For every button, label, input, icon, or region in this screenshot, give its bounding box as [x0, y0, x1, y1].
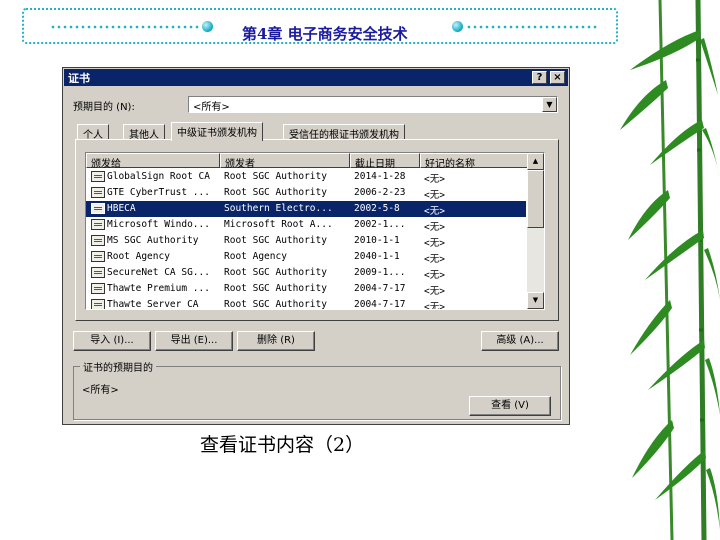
view-button[interactable]: 查看 (V) — [469, 396, 551, 416]
friendly-name-cell: <无> — [424, 286, 445, 297]
tab-personal[interactable]: 个人 — [77, 124, 109, 141]
issued-by-cell: Root SGC Authority — [224, 299, 327, 310]
table-row[interactable]: GlobalSign Root CA Root SGC Authority 2014… — [86, 169, 526, 185]
table-row[interactable]: GTE CyberTrust ... Root SGC Authority 2006… — [86, 185, 526, 201]
advanced-button[interactable]: 高级 (A)... — [481, 331, 559, 351]
table-row[interactable]: Thawte Premium ... Root SGC Authority 2004… — [86, 281, 526, 297]
scroll-down-icon[interactable]: ▼ — [527, 292, 544, 309]
certificate-icon — [91, 203, 105, 214]
table-row[interactable]: Thawte Server CA Root SGC Authority 2004-7… — [86, 297, 526, 310]
dotted-line-right — [466, 24, 598, 30]
bamboo-decoration — [620, 0, 720, 540]
issued-to-cell: HBECA — [107, 203, 136, 214]
column-header-expiration[interactable]: 截止日期 — [350, 153, 420, 170]
chevron-down-icon[interactable]: ▼ — [542, 97, 557, 112]
expiration-cell: 2009-1... — [354, 267, 406, 278]
expiration-cell: 2014-1-28 — [354, 171, 406, 182]
bullet-ball-left — [202, 21, 213, 32]
purpose-dropdown-value: <所有> — [193, 102, 230, 113]
scroll-up-icon[interactable]: ▲ — [527, 153, 544, 170]
friendly-name-cell: <无> — [424, 270, 445, 281]
dotted-line-left — [50, 24, 200, 30]
issued-to-cell: GTE CyberTrust ... — [107, 187, 210, 198]
export-button[interactable]: 导出 (E)... — [155, 331, 233, 351]
certificate-icon — [91, 171, 105, 182]
expiration-cell: 2006-2-23 — [354, 187, 406, 198]
issued-to-cell: Thawte Server CA — [107, 299, 199, 310]
slide-caption: 查看证书内容（2） — [200, 434, 365, 456]
expiration-cell: 2004-7-17 — [354, 299, 406, 310]
expiration-cell: 2010-1-1 — [354, 235, 400, 246]
friendly-name-cell: <无> — [424, 174, 445, 185]
tab-other-people[interactable]: 其他人 — [123, 124, 165, 141]
issued-by-cell: Root SGC Authority — [224, 235, 327, 246]
table-row[interactable]: Root Agency Root Agency 2040-1-1 <无> — [86, 249, 526, 265]
dialog-titlebar: 证书 ? × — [64, 69, 568, 86]
import-button[interactable]: 导入 (I)... — [73, 331, 151, 351]
certificate-icon — [91, 299, 105, 309]
expiration-cell: 2002-1... — [354, 219, 406, 230]
tab-intermediate-ca[interactable]: 中级证书颁发机构 — [171, 122, 263, 141]
friendly-name-cell: <无> — [424, 190, 445, 201]
issued-by-cell: Root SGC Authority — [224, 171, 327, 182]
friendly-name-cell: <无> — [424, 238, 445, 249]
purpose-label: 预期目的 (N): — [73, 102, 135, 113]
intended-purposes-label: 证书的预期目的 — [80, 359, 156, 374]
certificate-icon — [91, 187, 105, 198]
issued-by-cell: Root SGC Authority — [224, 187, 327, 198]
expiration-cell: 2040-1-1 — [354, 251, 400, 262]
dialog-title: 证书 — [68, 72, 90, 85]
issued-by-cell: Root SGC Authority — [224, 267, 327, 278]
issued-to-cell: Microsoft Windo... — [107, 219, 210, 230]
issued-by-cell: Southern Electro... — [224, 203, 333, 214]
issued-to-cell: MS SGC Authority — [107, 235, 199, 246]
table-row[interactable]: SecureNet CA SG... Root SGC Authority 2009… — [86, 265, 526, 281]
issued-to-cell: Root Agency — [107, 251, 170, 262]
bullet-ball-right — [452, 21, 463, 32]
certificate-icon — [91, 219, 105, 230]
table-row[interactable]: Microsoft Windo... Microsoft Root A... 200… — [86, 217, 526, 233]
expiration-cell: 2004-7-17 — [354, 283, 406, 294]
scroll-thumb[interactable] — [527, 170, 544, 228]
slide-header-banner: 第4章 电子商务安全技术 — [22, 8, 618, 44]
friendly-name-cell: <无> — [424, 254, 445, 265]
purpose-dropdown[interactable]: <所有> ▼ — [188, 96, 558, 113]
issued-by-cell: Root SGC Authority — [224, 283, 327, 294]
issued-by-cell: Microsoft Root A... — [224, 219, 333, 230]
slide-title: 第4章 电子商务安全技术 — [242, 25, 408, 43]
issued-to-cell: SecureNet CA SG... — [107, 267, 210, 278]
friendly-name-cell: <无> — [424, 222, 445, 233]
certificate-list[interactable]: 颁发给 颁发者 截止日期 好记的名称 GlobalSign Root CA Roo… — [85, 152, 545, 310]
intended-purposes-value: <所有> — [82, 385, 119, 396]
issued-to-cell: Thawte Premium ... — [107, 283, 210, 294]
column-header-issued-to[interactable]: 颁发给 — [86, 153, 220, 170]
certificate-icon — [91, 283, 105, 294]
help-button[interactable]: ? — [532, 71, 547, 84]
friendly-name-cell: <无> — [424, 302, 445, 310]
close-button[interactable]: × — [550, 71, 565, 84]
remove-button[interactable]: 删除 (R) — [237, 331, 315, 351]
certificate-icon — [91, 267, 105, 278]
column-header-issued-by[interactable]: 颁发者 — [220, 153, 350, 170]
certificate-icon — [91, 251, 105, 262]
table-row[interactable]: HBECA Southern Electro... 2002-5-8 <无> — [86, 201, 526, 217]
column-header-friendly-name[interactable]: 好记的名称 — [420, 153, 528, 170]
certificate-icon — [91, 235, 105, 246]
friendly-name-cell: <无> — [424, 206, 445, 217]
issued-by-cell: Root Agency — [224, 251, 287, 262]
issued-to-cell: GlobalSign Root CA — [107, 171, 210, 182]
table-row[interactable]: MS SGC Authority Root SGC Authority 2010-1… — [86, 233, 526, 249]
tab-trusted-root-ca[interactable]: 受信任的根证书颁发机构 — [283, 124, 405, 141]
expiration-cell: 2002-5-8 — [354, 203, 400, 214]
vertical-scrollbar[interactable]: ▲ ▼ — [527, 153, 544, 309]
certificates-dialog: 证书 ? × 预期目的 (N): <所有> ▼ 个人 其他人 中级证书颁发机构 … — [62, 67, 570, 425]
